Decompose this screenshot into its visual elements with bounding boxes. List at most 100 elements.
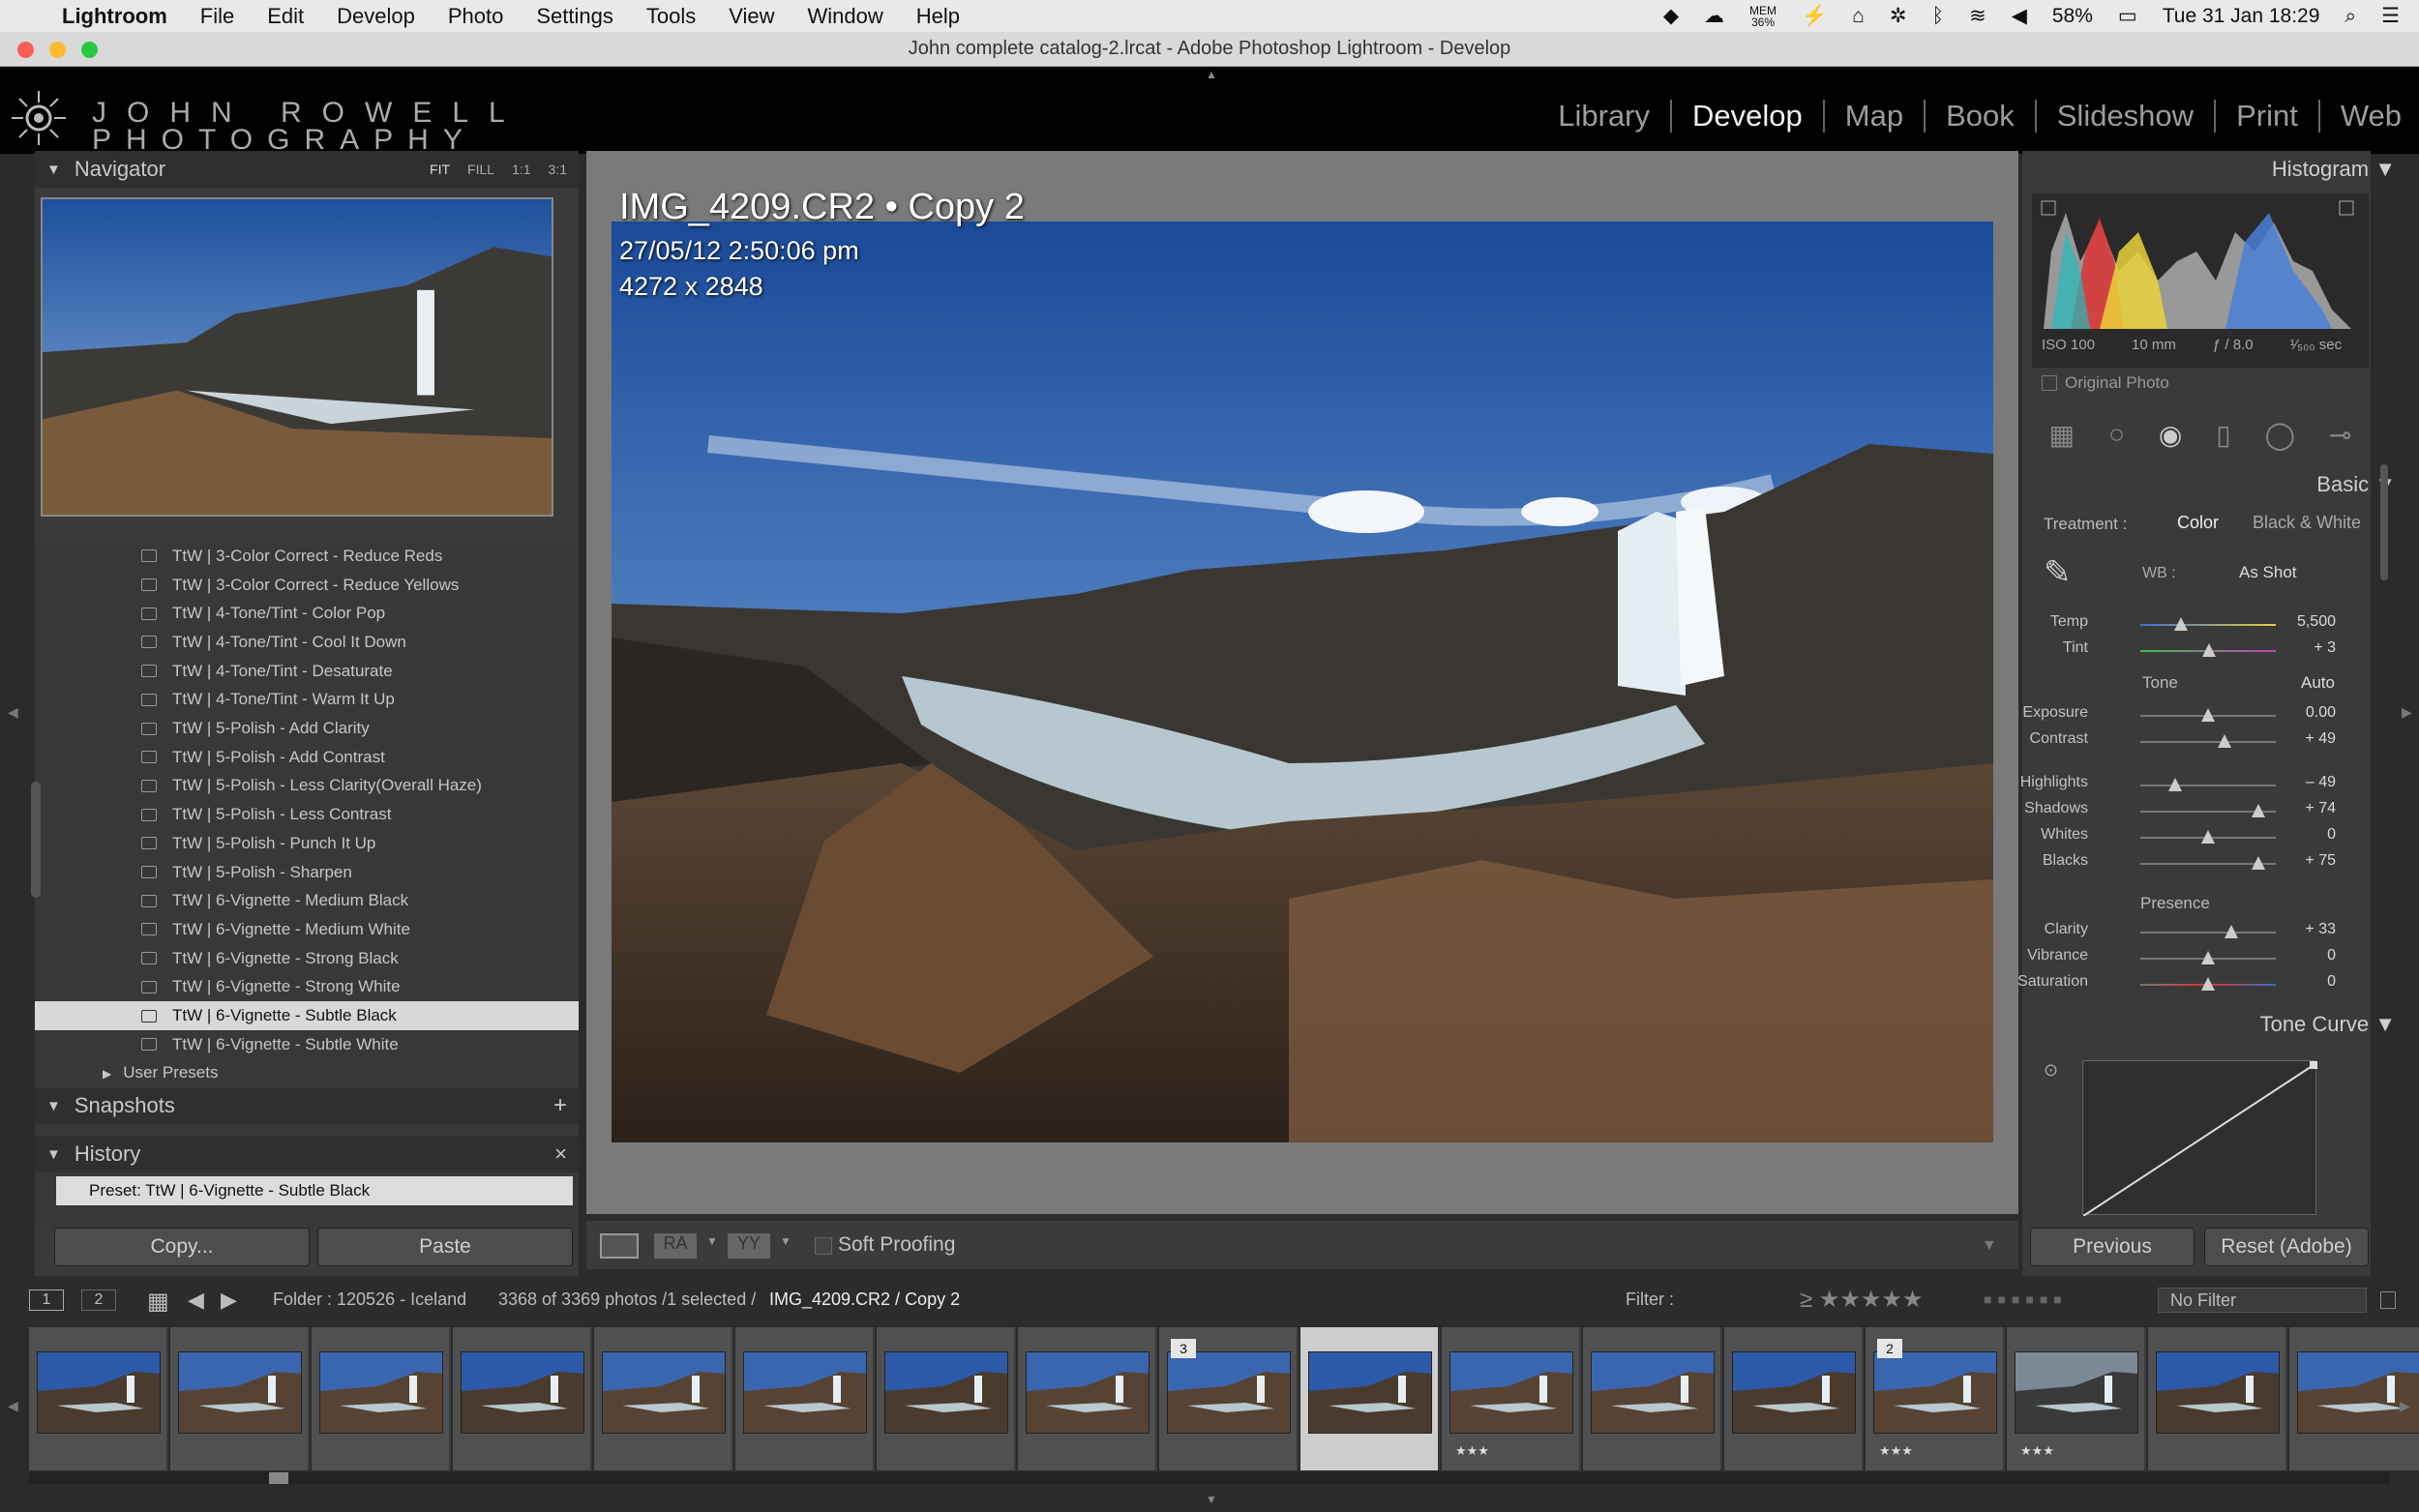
before-after-dropdown-icon[interactable]: ▼ [706,1234,718,1248]
slider-value[interactable]: 0.00 [2306,704,2336,722]
module-book[interactable]: Book [1926,100,2037,133]
snapshots-header[interactable]: ▼ Snapshots + [35,1087,579,1124]
navigator-header[interactable]: ▼ Navigator FIT FILL 1:1 3:1 [35,151,579,188]
bank-icon[interactable]: ⌂ [1852,5,1865,28]
slider-blacks[interactable]: Blacks + 75 [2032,852,2361,875]
swap-settings-button[interactable]: YY [728,1233,770,1259]
clock[interactable]: Tue 31 Jan 18:29 [2163,5,2320,28]
preset-item[interactable]: TtW | 3-Color Correct - Reduce Reds [35,542,579,571]
slider-tint[interactable]: Tint + 3 [2032,639,2361,663]
collapse-triangle-icon[interactable]: ▼ [2374,1012,2396,1036]
module-library[interactable]: Library [1538,100,1673,133]
expand-triangle-icon[interactable]: ▶ [103,1067,111,1081]
adjustment-brush-icon[interactable]: ⊸ [2329,419,2351,451]
slider-knob[interactable] [2168,778,2183,791]
wifi-icon[interactable]: ≋ [1969,4,1986,28]
rating-filter-stars[interactable]: ≥ ★★★★★ [1800,1286,1923,1314]
slider-track[interactable] [2140,932,2276,934]
slider-track[interactable] [2140,624,2276,626]
preset-item[interactable]: TtW | 5-Polish - Add Contrast [35,743,579,772]
slider-shadows[interactable]: Shadows + 74 [2024,800,2361,823]
spot-removal-icon[interactable]: ○ [2108,419,2125,450]
swap-dropdown-icon[interactable]: ▼ [780,1234,791,1248]
menu-app-name[interactable]: Lightroom [62,4,167,29]
menu-tools[interactable]: Tools [646,4,696,29]
notification-center-icon[interactable]: ☰ [2381,4,2400,28]
filmstrip-thumbnail[interactable] [1724,1327,1864,1470]
collapse-top-panel-icon[interactable]: ▲ [1206,68,1217,81]
filmstrip-thumbnail[interactable] [29,1327,168,1470]
treatment-color[interactable]: Color [2177,513,2219,533]
filmstrip-thumbnail[interactable] [170,1327,310,1470]
slider-knob[interactable] [2201,830,2215,844]
clear-history-button[interactable]: × [554,1141,567,1167]
slider-value[interactable]: + 75 [2305,852,2336,870]
folder-source[interactable]: Folder : 120526 - Iceland [273,1290,466,1310]
rating-stars[interactable]: ★★★ [1879,1443,1913,1459]
preset-item[interactable]: TtW | 6-Vignette - Subtle White [35,1030,579,1059]
wb-dropdown[interactable]: As Shot [2239,563,2297,582]
previous-button[interactable]: Previous [2030,1228,2195,1266]
zoom-fit[interactable]: FIT [430,162,450,177]
zoom-1-1[interactable]: 1:1 [512,162,530,177]
slider-value[interactable]: + 49 [2305,730,2336,748]
slider-saturation[interactable]: Saturation 0 [2017,973,2361,996]
slider-knob[interactable] [2201,708,2215,722]
slider-value[interactable]: + 74 [2305,800,2336,817]
slider-track[interactable] [2140,785,2276,786]
menu-photo[interactable]: Photo [448,4,504,29]
module-develop[interactable]: Develop [1672,100,1825,133]
preset-item[interactable]: TtW | 5-Polish - Sharpen [35,858,579,887]
zoom-3-1[interactable]: 3:1 [549,162,567,177]
filmstrip-thumbnail[interactable]: 3 [1159,1327,1299,1470]
zoom-fill[interactable]: FILL [467,162,494,177]
preset-item[interactable]: TtW | 5-Polish - Less Clarity(Overall Ha… [35,772,579,801]
slider-knob[interactable] [2224,925,2238,938]
module-map[interactable]: Map [1825,100,1926,133]
filmstrip-thumbnail[interactable] [594,1327,733,1470]
filmstrip-left-arrow[interactable]: ◀ [8,1398,18,1414]
preset-item[interactable]: TtW | 4-Tone/Tint - Desaturate [35,657,579,686]
white-balance-picker-icon[interactable]: ✎ [2044,553,2072,592]
slider-knob[interactable] [2217,734,2231,748]
slider-knob[interactable] [2201,977,2215,991]
color-label-filter[interactable]: ■■■■■■ [1984,1291,2068,1307]
targeted-adjustment-icon[interactable]: ⊙ [2044,1060,2058,1081]
module-print[interactable]: Print [2216,100,2320,133]
menu-file[interactable]: File [200,4,234,29]
filmstrip-thumbnail[interactable]: 2 ★★★ [1866,1327,2005,1470]
slider-value[interactable]: 0 [2327,973,2336,991]
redeye-tool-icon[interactable]: ◉ [2159,419,2182,451]
paste-settings-button[interactable]: Paste [317,1228,573,1266]
slider-value[interactable]: + 33 [2305,921,2336,938]
preset-item[interactable]: TtW | 4-Tone/Tint - Cool It Down [35,628,579,657]
preset-item[interactable]: TtW | 3-Color Correct - Reduce Yellows [35,571,579,600]
copy-settings-button[interactable]: Copy... [54,1228,310,1266]
tone-curve-graph[interactable] [2082,1060,2317,1217]
radial-filter-icon[interactable]: ◯ [2265,419,2295,451]
history-header[interactable]: ▼ History × [35,1136,579,1172]
spotlight-icon[interactable]: ⌕ [2344,5,2356,28]
reset-button[interactable]: Reset (Adobe) [2204,1228,2369,1266]
tone-curve-header[interactable]: Tone Curve ▼ [2260,1012,2396,1037]
histogram-header[interactable]: Histogram ▼ [2272,157,2396,182]
slider-knob[interactable] [2251,804,2265,817]
preset-item[interactable]: TtW | 6-Vignette - Strong White [35,973,579,1002]
graduated-filter-icon[interactable]: ▯ [2216,419,2230,451]
slider-knob[interactable] [2201,951,2215,964]
gear-icon[interactable]: ✲ [1890,4,1907,28]
slider-temp[interactable]: Temp 5,500 [2032,613,2361,637]
menu-develop[interactable]: Develop [337,4,415,29]
second-window-button[interactable]: 2 [81,1290,116,1311]
filmstrip-thumbnail[interactable] [2148,1327,2287,1470]
creative-cloud-icon[interactable]: ☁ [1704,4,1724,28]
module-web[interactable]: Web [2320,100,2402,133]
collapse-bottom-panel-icon[interactable]: ▼ [1206,1493,1217,1506]
preset-item[interactable]: TtW | 5-Polish - Punch It Up [35,829,579,858]
slider-highlights[interactable]: Highlights – 49 [2020,774,2361,797]
slider-value[interactable]: 5,500 [2297,613,2336,631]
preset-item[interactable]: TtW | 6-Vignette - Subtle Black [35,1001,579,1030]
collapse-triangle-icon[interactable]: ▼ [46,1146,61,1163]
main-photo[interactable] [612,222,1993,1142]
filmstrip-thumbnail[interactable] [453,1327,592,1470]
